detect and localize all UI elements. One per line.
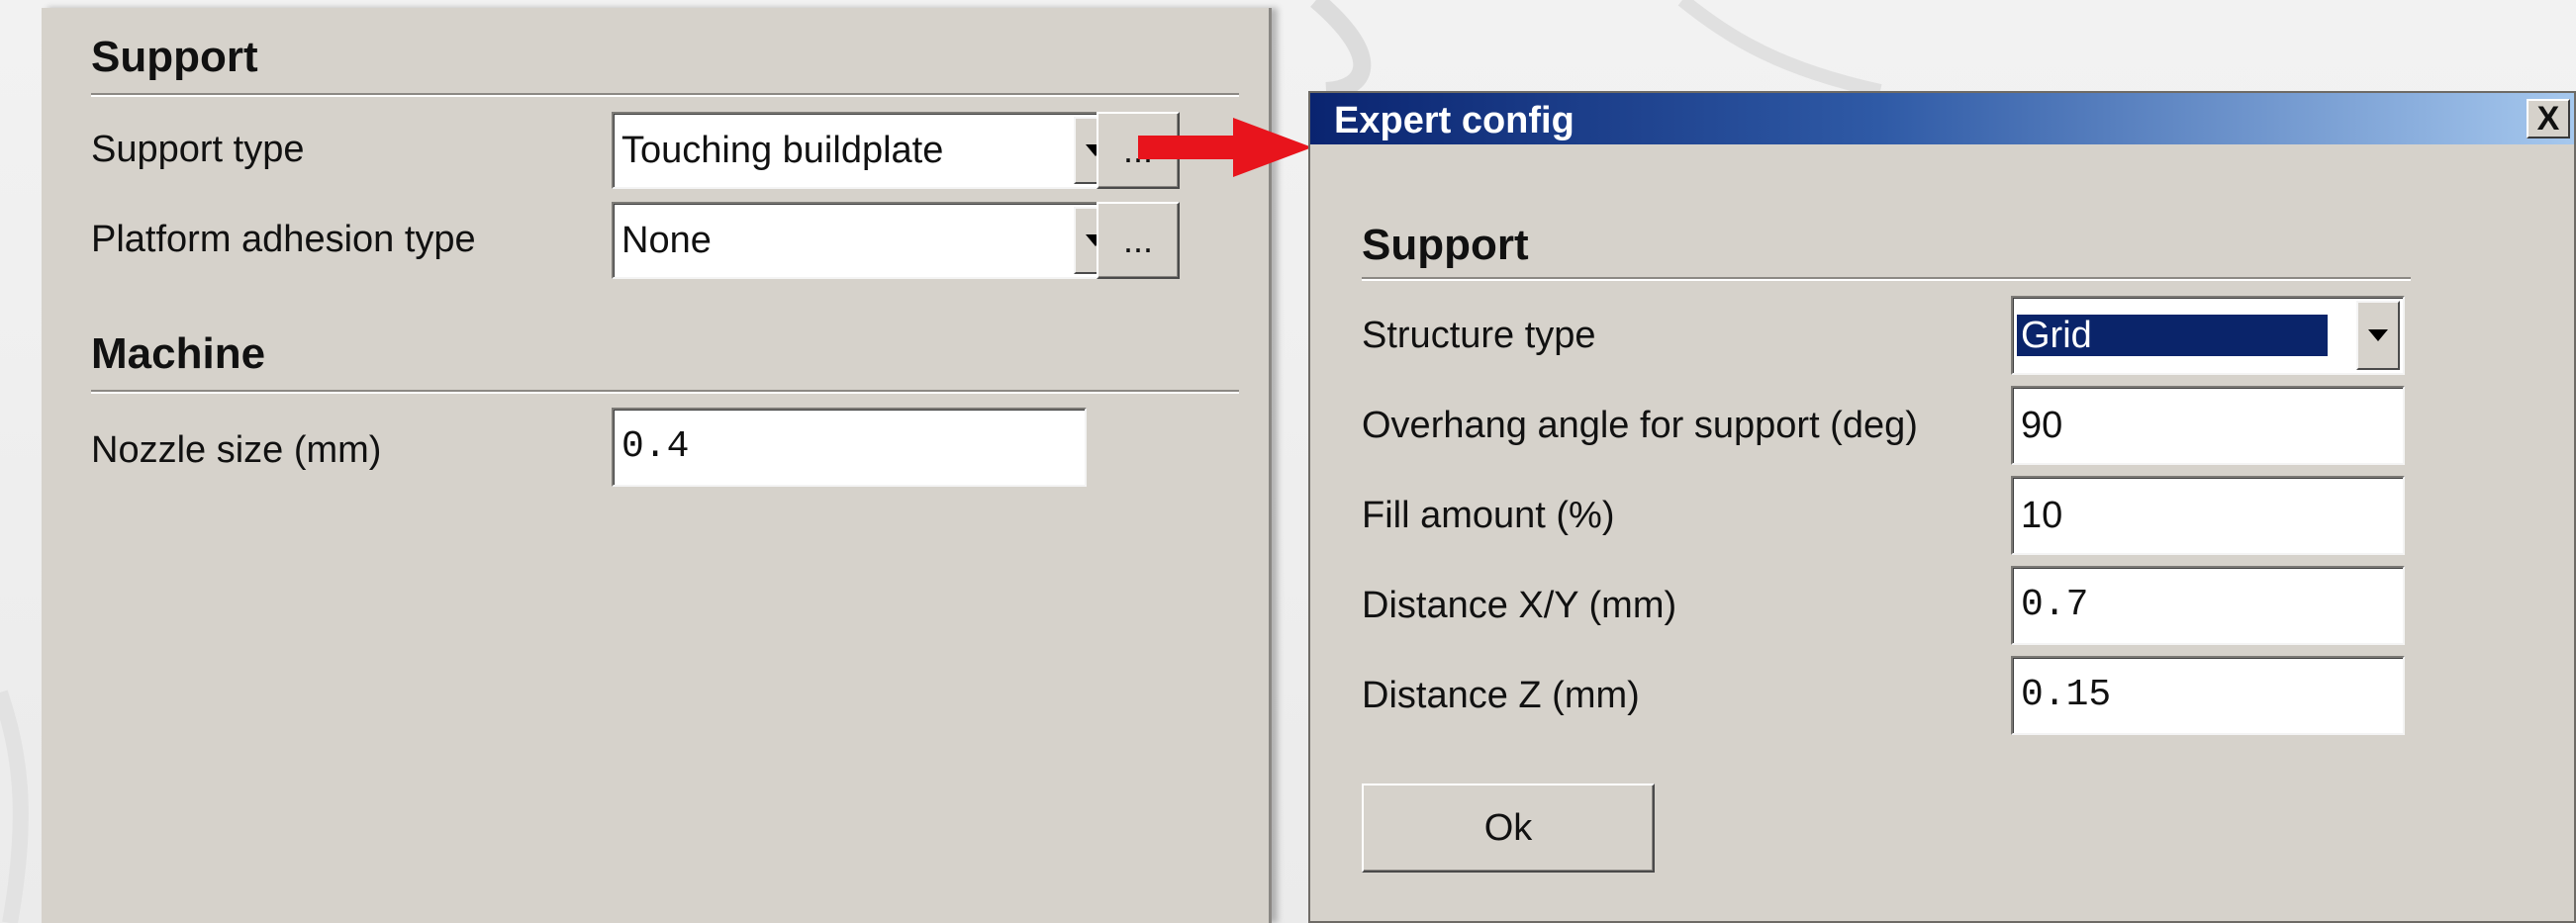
structure-type-select[interactable]: Grid bbox=[2011, 296, 2405, 375]
overhang-angle-label: Overhang angle for support (deg) bbox=[1362, 405, 1918, 446]
distance-z-value: 0.15 bbox=[2021, 674, 2112, 716]
support-type-value: Touching buildplate bbox=[621, 130, 944, 171]
ok-button[interactable]: Ok bbox=[1362, 784, 1655, 873]
red-arrow-icon bbox=[1138, 118, 1312, 177]
distance-xy-label: Distance X/Y (mm) bbox=[1362, 585, 1677, 626]
distance-z-label: Distance Z (mm) bbox=[1362, 675, 1640, 716]
ok-button-label: Ok bbox=[1483, 806, 1533, 849]
dialog-title: Expert config bbox=[1334, 100, 1574, 141]
distance-z-input[interactable]: 0.15 bbox=[2011, 656, 2405, 735]
settings-panel: Support Support type Touching buildplate… bbox=[42, 8, 1272, 923]
structure-type-label: Structure type bbox=[1362, 315, 1596, 356]
structure-type-value: Grid bbox=[2017, 315, 2328, 356]
support-type-label: Support type bbox=[91, 129, 305, 170]
machine-section-title: Machine bbox=[91, 329, 266, 378]
close-icon: X bbox=[2536, 100, 2560, 138]
dialog-support-section-title: Support bbox=[1362, 221, 1529, 269]
expert-config-dialog: Expert config X Support Structure type G… bbox=[1308, 91, 2576, 923]
nozzle-size-input[interactable]: 0.4 bbox=[612, 408, 1087, 487]
support-type-select[interactable]: Touching buildplate bbox=[612, 112, 1122, 189]
close-button[interactable]: X bbox=[2527, 99, 2570, 138]
ellipsis-icon: ... bbox=[1122, 220, 1153, 260]
distance-xy-value: 0.7 bbox=[2021, 584, 2089, 626]
support-section-divider bbox=[91, 93, 1239, 95]
overhang-angle-input[interactable]: 90 bbox=[2011, 386, 2405, 465]
support-section-title: Support bbox=[91, 33, 258, 81]
overhang-angle-value: 90 bbox=[2021, 405, 2063, 446]
adhesion-type-select[interactable]: None bbox=[612, 202, 1122, 279]
chevron-down-icon bbox=[2368, 329, 2388, 341]
machine-section-divider bbox=[91, 390, 1239, 392]
structure-type-dropdown-button[interactable] bbox=[2356, 301, 2400, 370]
fill-amount-label: Fill amount (%) bbox=[1362, 495, 1615, 536]
distance-xy-input[interactable]: 0.7 bbox=[2011, 566, 2405, 645]
nozzle-size-label: Nozzle size (mm) bbox=[91, 429, 382, 471]
adhesion-type-value: None bbox=[621, 220, 712, 261]
dialog-titlebar[interactable]: Expert config X bbox=[1310, 93, 2574, 144]
adhesion-type-label: Platform adhesion type bbox=[91, 219, 476, 260]
adhesion-type-more-button[interactable]: ... bbox=[1097, 202, 1180, 279]
fill-amount-value: 10 bbox=[2021, 495, 2063, 536]
nozzle-size-value: 0.4 bbox=[621, 425, 690, 468]
fill-amount-input[interactable]: 10 bbox=[2011, 476, 2405, 555]
dialog-support-divider bbox=[1362, 277, 2411, 279]
